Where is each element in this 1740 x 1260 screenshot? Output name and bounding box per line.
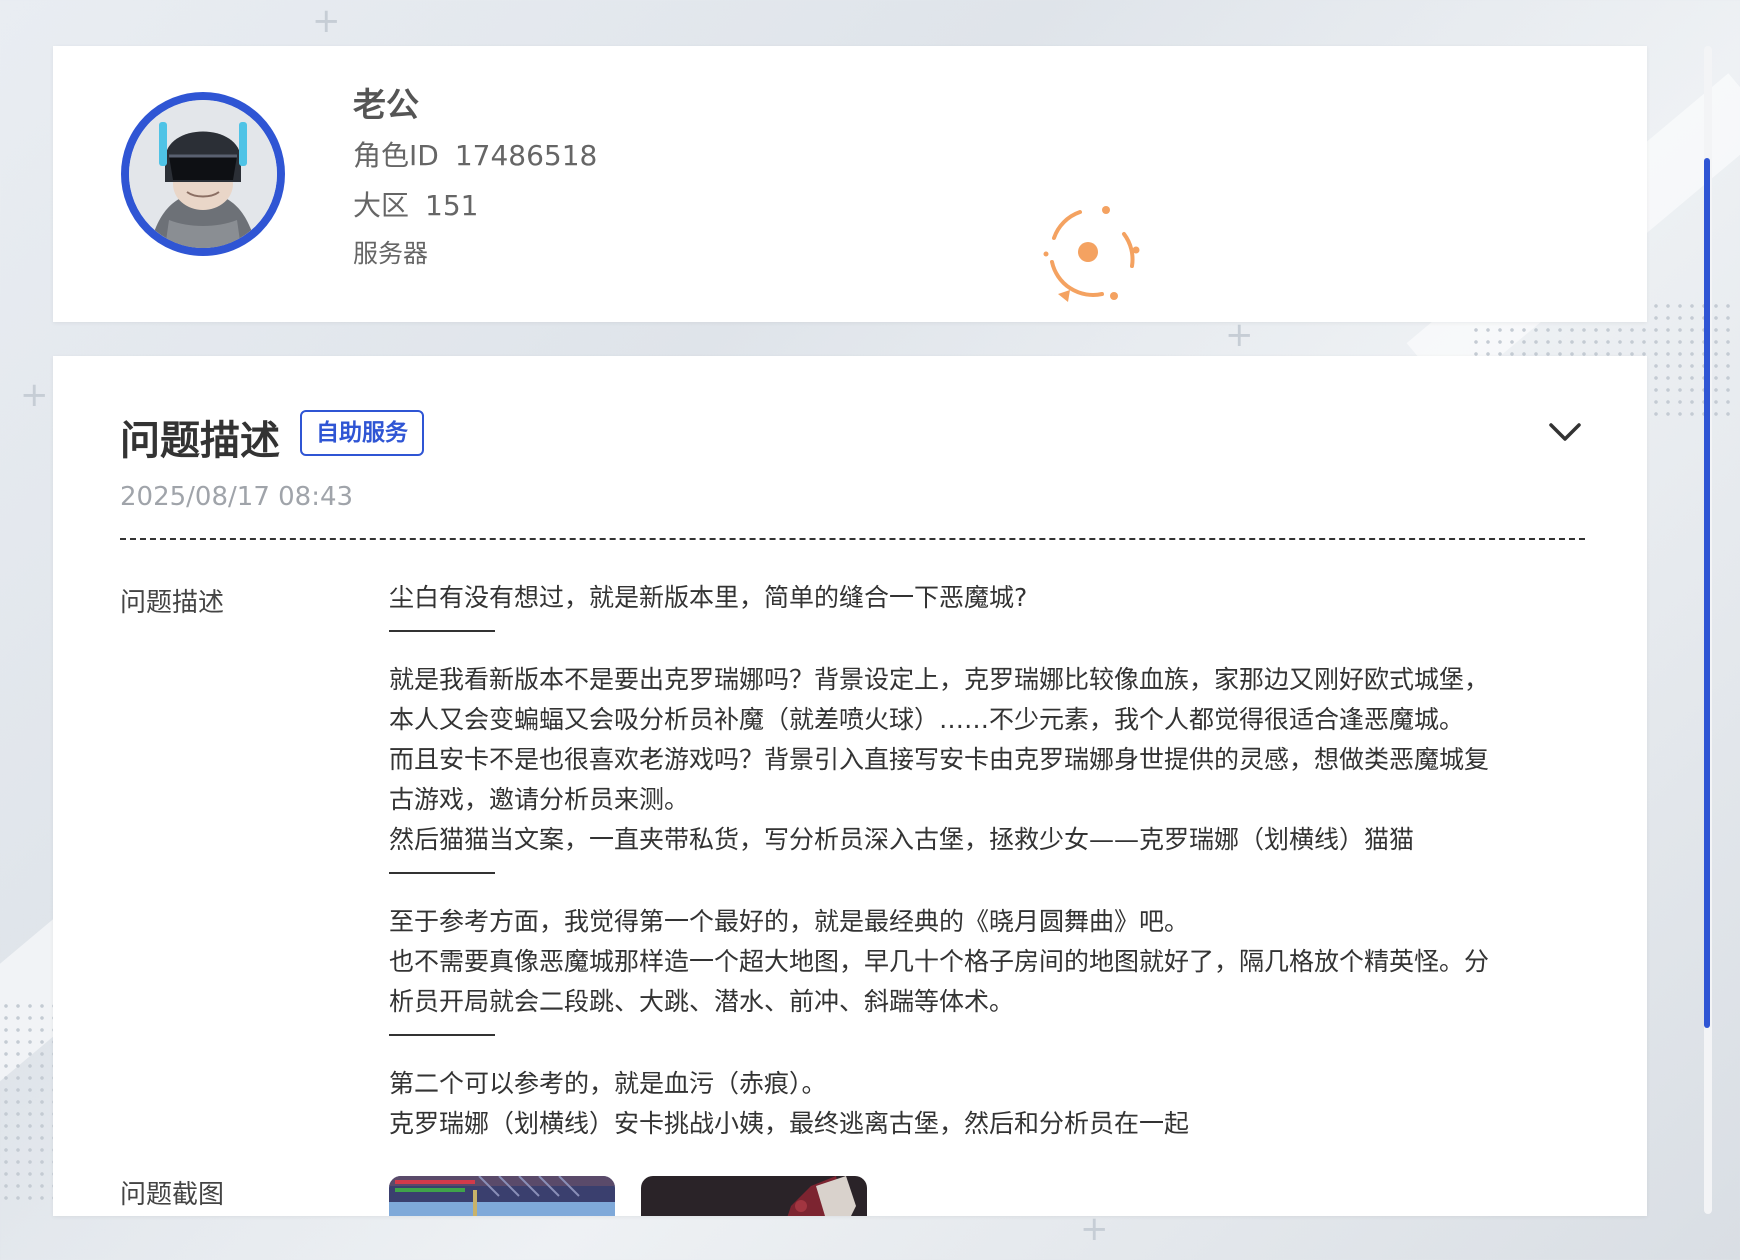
description-line: 然后猫猫当文案，一直夹带私货，写分析员深入古堡，拯救少女——克罗瑞娜（划横线）猫… xyxy=(389,825,1415,854)
separator-line xyxy=(389,1034,495,1036)
loading-spinner-icon xyxy=(1043,206,1140,302)
separator-line xyxy=(389,630,495,632)
description-line: 尘白有没有想过，就是新版本里，简单的缝合一下恶魔城? xyxy=(389,583,1028,612)
background-plus: + xyxy=(312,1,341,41)
description-line: 第二个可以参考的，就是血污（赤痕）。 xyxy=(389,1069,827,1098)
avatar xyxy=(121,92,285,256)
role-id-row: 角色ID 17486518 xyxy=(353,134,597,174)
description-line: 至于参考方面，我觉得第一个最好的，就是最经典的《晓月圆舞曲》吧。 xyxy=(389,907,1190,936)
description-line: 也不需要真像恶魔城那样造一个超大地图，早几十个格子房间的地图就好了，隔几格放个精… xyxy=(389,947,1490,976)
background-dots xyxy=(0,1000,60,1200)
issue-date: 2025/08/17 08:43 xyxy=(120,482,354,512)
description-body: 尘白有没有想过，就是新版本里，简单的缝合一下恶魔城? 就是我看新版本不是要出克罗… xyxy=(389,578,1589,1144)
server-label: 服务器 xyxy=(353,239,429,268)
role-id-value: 17486518 xyxy=(454,139,598,172)
screenshot-label: 问题截图 xyxy=(120,1180,225,1210)
game-screenshot-image xyxy=(389,1176,615,1216)
region-row: 大区 151 xyxy=(353,184,478,224)
player-name: 老公 xyxy=(353,85,419,124)
region-value: 151 xyxy=(425,189,479,222)
description-line: 克罗瑞娜（划横线）安卡挑战小姨，最终逃离古堡，然后和分析员在一起 xyxy=(389,1109,1190,1138)
region-label: 大区 xyxy=(353,189,410,222)
avatar-helmet-icon xyxy=(129,100,277,248)
scrollbar-thumb[interactable] xyxy=(1704,158,1710,1028)
issue-card: 问题描述 自助服务 2025/08/17 08:43 问题描述 尘白有没有想过，… xyxy=(53,356,1647,1216)
chevron-down-icon[interactable] xyxy=(1545,412,1585,452)
separator-line xyxy=(389,872,495,874)
self-service-badge: 自助服务 xyxy=(300,410,424,456)
role-id-label: 角色ID xyxy=(353,139,439,172)
issue-title: 问题描述 xyxy=(120,418,280,464)
screenshot-thumbnail[interactable] xyxy=(389,1176,615,1216)
description-label: 问题描述 xyxy=(120,588,225,618)
profile-card: 老公 角色ID 17486518 大区 151 服务器 xyxy=(53,46,1647,322)
game-screenshot-image xyxy=(641,1176,867,1216)
background-plus: + xyxy=(20,375,49,415)
server-row: 服务器 xyxy=(353,234,428,270)
description-line: 而且安卡不是也很喜欢老游戏吗？背景引入直接写安卡由克罗瑞娜身世提供的灵感，想做类… xyxy=(389,745,1490,774)
background-plus: + xyxy=(1080,1209,1109,1249)
dashed-divider xyxy=(120,538,1585,540)
description-line: 就是我看新版本不是要出克罗瑞娜吗？背景设定上，克罗瑞娜比较像血族，家那边又刚好欧… xyxy=(389,665,1490,694)
screenshot-thumbnail[interactable] xyxy=(641,1176,867,1216)
description-line: 析员开局就会二段跳、大跳、潜水、前冲、斜踹等体术。 xyxy=(389,987,1015,1016)
description-line: 古游戏，邀请分析员来测。 xyxy=(389,785,690,814)
description-line: 本人又会变蝙蝠又会吸分析员补魔（就差喷火球）……不少元素，我个人都觉得很适合逢恶… xyxy=(389,705,1465,734)
background-plus: + xyxy=(1225,315,1254,355)
